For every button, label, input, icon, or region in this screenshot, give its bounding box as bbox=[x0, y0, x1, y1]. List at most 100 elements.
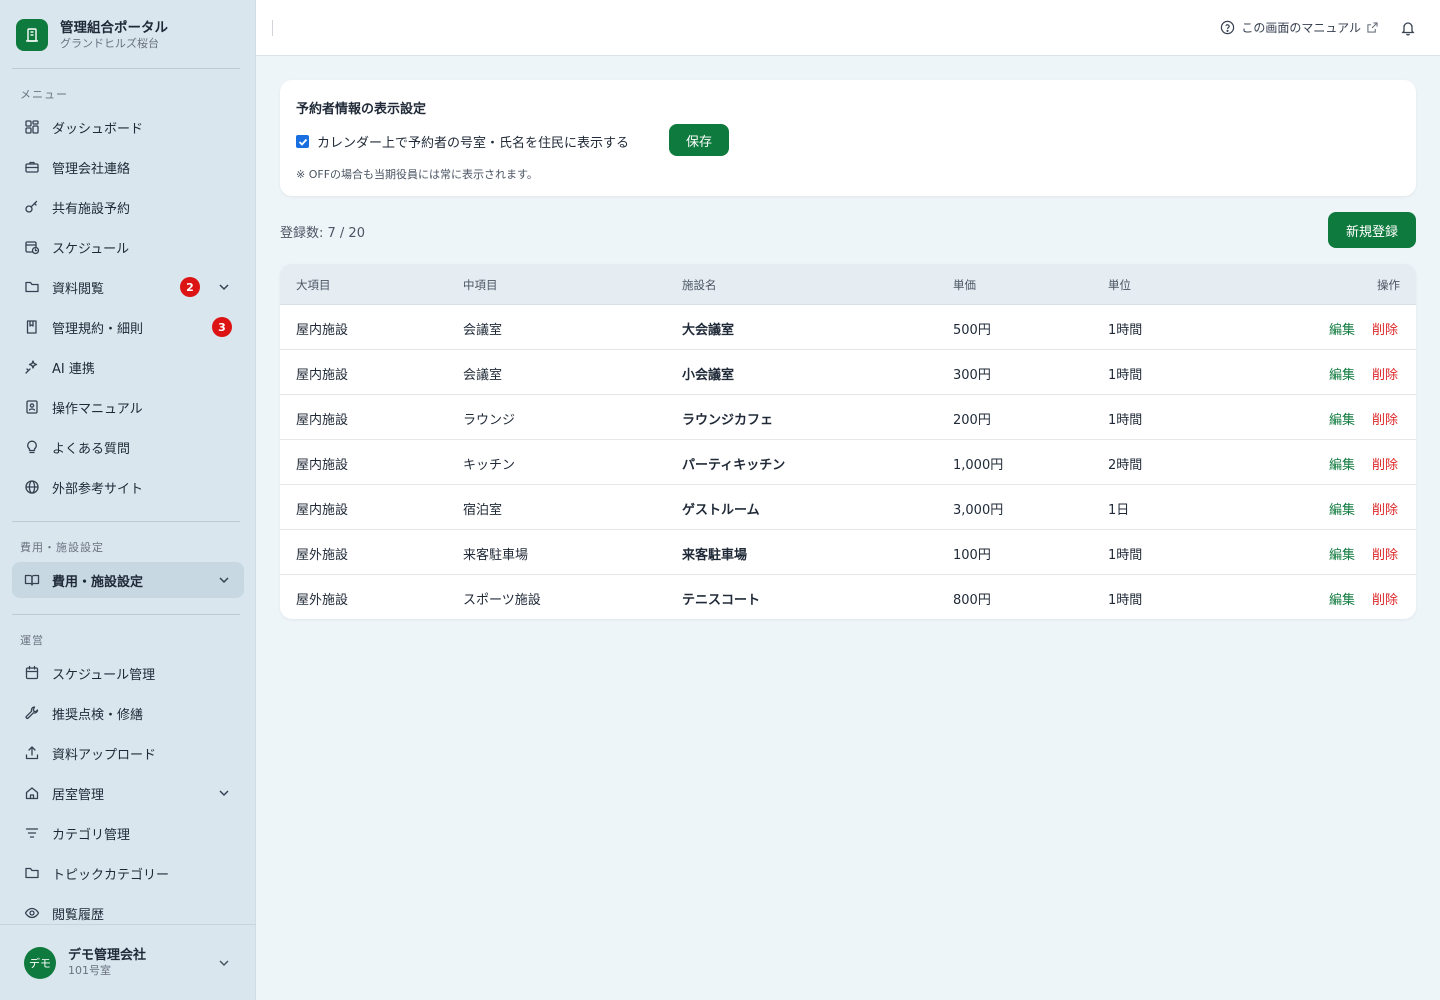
table-row: 屋内施設 ラウンジ ラウンジカフェ 200円 1時間 編集 削除 bbox=[280, 395, 1416, 440]
sidebar-item-label: スケジュール管理 bbox=[52, 667, 156, 683]
sparkle-icon bbox=[24, 359, 40, 375]
cell-price: 500円 bbox=[953, 323, 991, 338]
sidebar-item[interactable]: 資料閲覧 2 bbox=[12, 269, 244, 305]
sidebar-item[interactable]: 推奨点検・修繕 bbox=[12, 695, 244, 731]
cell-major: 屋内施設 bbox=[296, 323, 349, 338]
cell-unit: 1時間 bbox=[1108, 368, 1143, 383]
cell-minor: キッチン bbox=[463, 458, 516, 473]
table-row: 屋内施設 会議室 小会議室 300円 1時間 編集 削除 bbox=[280, 350, 1416, 395]
column-header-name: 施設名 bbox=[682, 278, 717, 292]
cell-name: ゲストルーム bbox=[682, 503, 760, 518]
external-link-icon bbox=[1367, 22, 1378, 33]
sidebar-item-label: 外部参考サイト bbox=[52, 481, 144, 497]
cell-unit: 1時間 bbox=[1108, 593, 1143, 608]
user-name: デモ管理会社 bbox=[68, 948, 147, 963]
manual-link-label: この画面のマニュアル bbox=[1241, 21, 1361, 35]
chevron-down-icon bbox=[219, 960, 229, 967]
sidebar-item-label: 管理規約・細則 bbox=[52, 321, 144, 337]
edit-button[interactable]: 編集 bbox=[1329, 319, 1355, 338]
sidebar-item[interactable]: AI 連携 bbox=[12, 349, 244, 385]
delete-button[interactable]: 削除 bbox=[1372, 589, 1398, 608]
cell-minor: 来客駐車場 bbox=[463, 548, 529, 563]
save-button[interactable]: 保存 bbox=[669, 124, 729, 156]
folder-icon bbox=[24, 865, 40, 881]
brand[interactable]: 管理組合ポータル グランドヒルズ桜台 bbox=[16, 18, 168, 52]
edit-button[interactable]: 編集 bbox=[1329, 544, 1355, 563]
table-row: 屋内施設 会議室 大会議室 500円 1時間 編集 削除 bbox=[280, 305, 1416, 350]
sidebar-item[interactable]: 居室管理 bbox=[12, 775, 244, 811]
column-header-price: 単価 bbox=[953, 278, 976, 292]
sidebar-item-label: 共有施設予約 bbox=[52, 201, 131, 217]
table-row: 屋外施設 スポーツ施設 テニスコート 800円 1時間 編集 削除 bbox=[280, 575, 1416, 619]
cell-minor: ラウンジ bbox=[463, 413, 516, 428]
cell-minor: 宿泊室 bbox=[463, 503, 503, 518]
delete-button[interactable]: 削除 bbox=[1372, 409, 1398, 428]
new-registration-button[interactable]: 新規登録 bbox=[1328, 212, 1416, 248]
sidebar-item-label: 資料アップロード bbox=[52, 747, 157, 763]
user-room: 101号室 bbox=[68, 964, 111, 977]
cell-minor: 会議室 bbox=[463, 368, 503, 383]
sidebar-item[interactable]: 操作マニュアル bbox=[12, 389, 244, 425]
user-menu[interactable]: デモ デモ管理会社 101号室 bbox=[0, 924, 256, 1000]
delete-button[interactable]: 削除 bbox=[1372, 454, 1398, 473]
avatar: デモ bbox=[24, 946, 56, 979]
cell-major: 屋内施設 bbox=[296, 458, 349, 473]
delete-button[interactable]: 削除 bbox=[1372, 499, 1398, 518]
display-checkbox-row[interactable]: カレンダー上で予約者の号室・氏名を住民に表示する bbox=[296, 132, 629, 151]
sidebar-item[interactable]: 管理会社連絡 bbox=[12, 149, 244, 185]
column-header-minor: 中項目 bbox=[463, 278, 498, 292]
edit-button[interactable]: 編集 bbox=[1329, 409, 1355, 428]
calendar-icon bbox=[24, 665, 40, 681]
checkbox-checked-icon[interactable] bbox=[296, 135, 309, 148]
edit-button[interactable]: 編集 bbox=[1329, 589, 1355, 608]
top-bar: この画面のマニュアル bbox=[256, 0, 1440, 56]
edit-button[interactable]: 編集 bbox=[1329, 454, 1355, 473]
cell-name: ラウンジカフェ bbox=[682, 413, 774, 428]
sidebar-item[interactable]: 共有施設予約 bbox=[12, 189, 244, 225]
bell-icon[interactable] bbox=[1400, 20, 1416, 36]
manual-icon bbox=[24, 399, 40, 415]
notification-badge: 3 bbox=[212, 317, 232, 337]
sidebar-item[interactable]: 費用・施設設定 bbox=[12, 562, 244, 598]
cell-name: 大会議室 bbox=[682, 323, 735, 338]
delete-button[interactable]: 削除 bbox=[1372, 364, 1398, 383]
cell-price: 200円 bbox=[953, 413, 991, 428]
chevron-down-icon bbox=[219, 284, 229, 291]
delete-button[interactable]: 削除 bbox=[1372, 319, 1398, 338]
cell-price: 1,000円 bbox=[953, 458, 1004, 473]
cell-unit: 2時間 bbox=[1108, 458, 1143, 473]
sidebar-item-label: よくある質問 bbox=[52, 441, 131, 457]
edit-button[interactable]: 編集 bbox=[1329, 364, 1355, 383]
manual-link[interactable]: この画面のマニュアル bbox=[1220, 19, 1378, 36]
sidebar-item[interactable]: 外部参考サイト bbox=[12, 469, 244, 505]
help-circle-icon bbox=[1221, 20, 1235, 35]
settings-title: 予約者情報の表示設定 bbox=[296, 102, 427, 117]
divider bbox=[12, 68, 240, 69]
divider bbox=[12, 614, 240, 615]
sidebar-item[interactable]: スケジュール bbox=[12, 229, 244, 265]
key-icon bbox=[24, 199, 40, 215]
sidebar-item[interactable]: トピックカテゴリー bbox=[12, 855, 244, 891]
sidebar-item[interactable]: カテゴリ管理 bbox=[12, 815, 244, 851]
calendar-clock-icon bbox=[24, 239, 40, 255]
cell-price: 3,000円 bbox=[953, 503, 1004, 518]
sidebar-item-label: 管理会社連絡 bbox=[52, 161, 131, 177]
column-header-major: 大項目 bbox=[296, 278, 331, 292]
sidebar-item-label: 操作マニュアル bbox=[52, 401, 143, 417]
sidebar-item[interactable]: 管理規約・細則 3 bbox=[12, 309, 244, 345]
chevron-down-icon bbox=[219, 577, 229, 584]
delete-button[interactable]: 削除 bbox=[1372, 544, 1398, 563]
table-header: 大項目 中項目 施設名 単価 単位 操作 bbox=[280, 264, 1416, 305]
sidebar-item-label: カテゴリ管理 bbox=[52, 827, 131, 843]
sidebar-item-label: 推奨点検・修繕 bbox=[52, 707, 144, 723]
sidebar-item[interactable]: スケジュール管理 bbox=[12, 655, 244, 691]
edit-button[interactable]: 編集 bbox=[1329, 499, 1355, 518]
column-header-actions: 操作 bbox=[1377, 278, 1400, 292]
sidebar-item[interactable]: ダッシュボード bbox=[12, 109, 244, 145]
sidebar-item[interactable]: よくある質問 bbox=[12, 429, 244, 465]
sidebar-item[interactable]: 資料アップロード bbox=[12, 735, 244, 771]
cell-name: パーティキッチン bbox=[682, 458, 786, 473]
cell-price: 800円 bbox=[953, 593, 991, 608]
settings-note: ※ OFFの場合も当期役員には常に表示されます。 bbox=[296, 168, 538, 181]
facility-table: 大項目 中項目 施設名 単価 単位 操作 屋内施設 会議室 大会議室 500円 1時間編… bbox=[280, 264, 1416, 619]
